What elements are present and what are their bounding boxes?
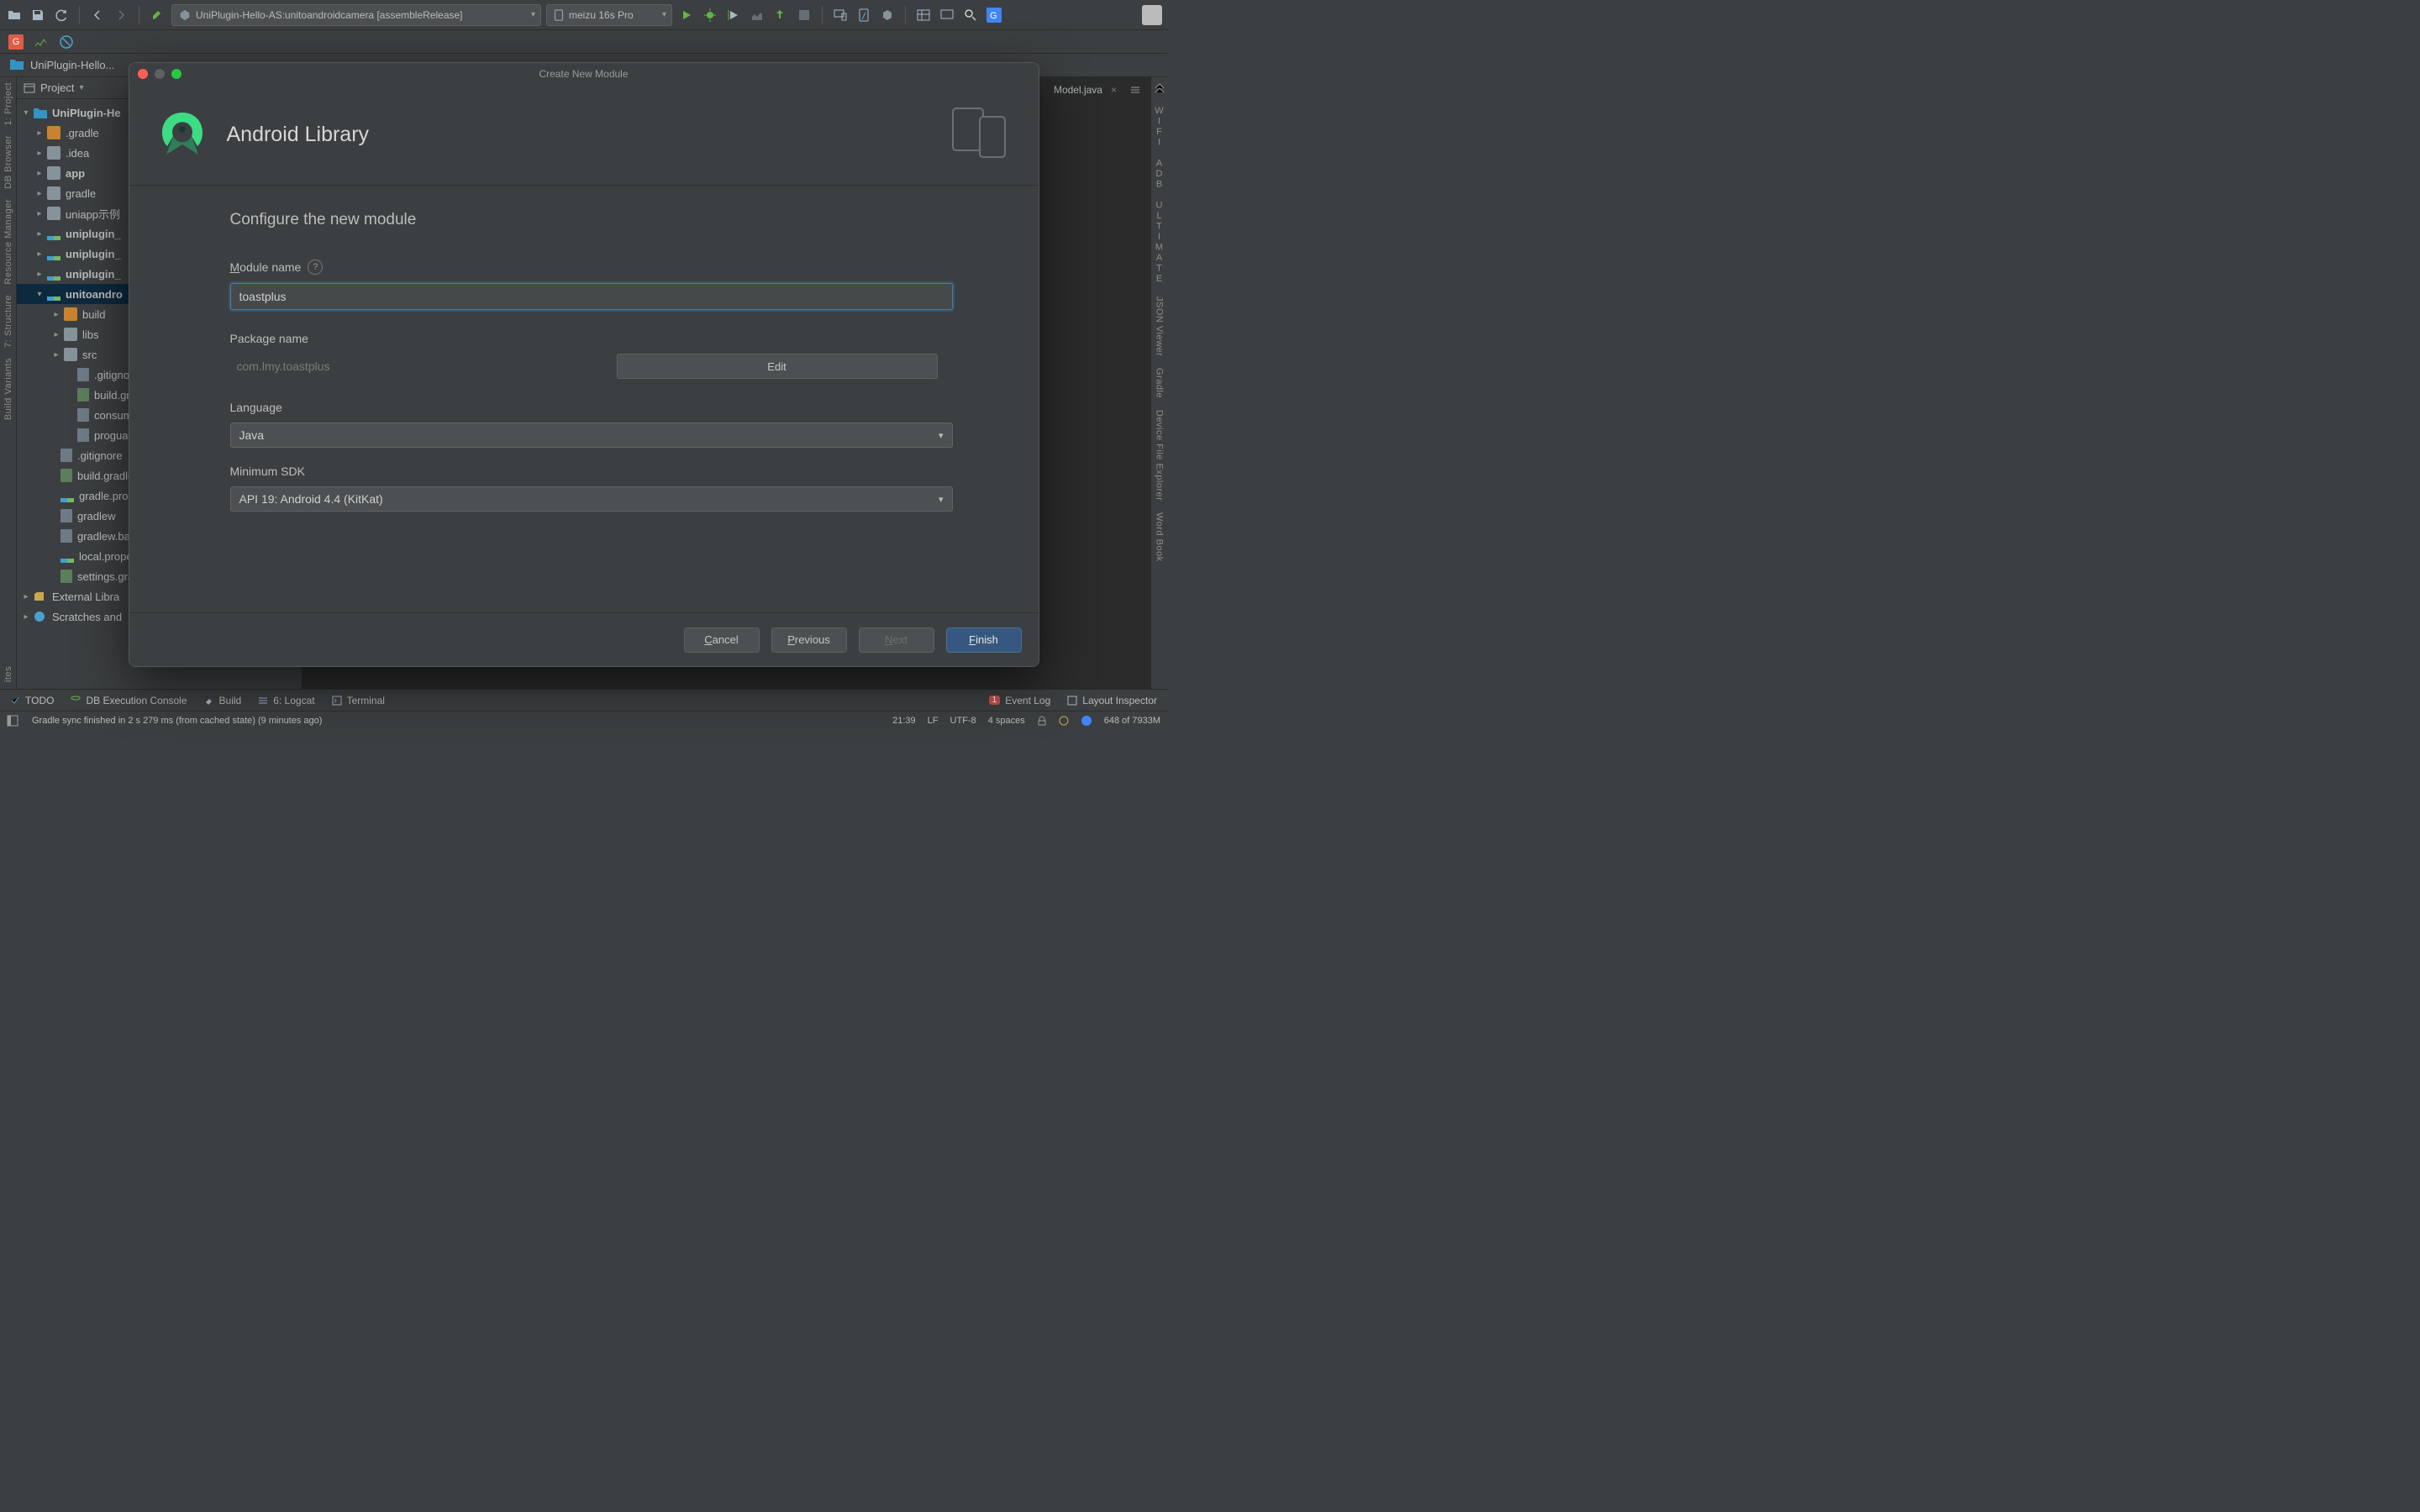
dialog-body: Configure the new module Module name ? P… — [129, 186, 1039, 612]
module-name-input[interactable] — [230, 283, 953, 310]
language-label: Language — [230, 401, 282, 414]
cancel-button[interactable]: Cancel — [684, 627, 760, 653]
module-name-field: Module name ? — [230, 260, 938, 310]
package-name-label: Package name — [230, 332, 308, 345]
dialog-footer: Cancel Previous Next Finish — [129, 612, 1039, 666]
create-module-dialog: Create New Module Android Library Config… — [129, 62, 1039, 667]
modal-overlay: Create New Module Android Library Config… — [0, 0, 1167, 729]
android-studio-logo-icon — [158, 109, 207, 161]
minsdk-field: Minimum SDK API 19: Android 4.4 (KitKat)… — [230, 465, 938, 512]
previous-button[interactable]: Previous — [771, 627, 847, 653]
language-field: Language Java▾ — [230, 401, 938, 448]
chevron-down-icon: ▾ — [939, 430, 944, 441]
dialog-title: Create New Module — [129, 68, 1039, 80]
package-name-value: com.lmy.toastplus — [230, 360, 600, 373]
language-dropdown[interactable]: Java▾ — [230, 423, 953, 448]
dialog-header: Android Library — [129, 85, 1039, 186]
dialog-titlebar: Create New Module — [129, 63, 1039, 85]
finish-button[interactable]: Finish — [946, 627, 1022, 653]
dialog-subtitle: Configure the new module — [230, 211, 938, 229]
minsdk-label: Minimum SDK — [230, 465, 305, 478]
edit-package-button[interactable]: Edit — [617, 354, 938, 379]
device-silhouette-icon — [951, 107, 1010, 163]
next-button: Next — [859, 627, 934, 653]
dialog-heading: Android Library — [227, 123, 370, 147]
minsdk-dropdown[interactable]: API 19: Android 4.4 (KitKat)▾ — [230, 486, 953, 512]
package-name-field: Package name com.lmy.toastplus Edit — [230, 332, 938, 379]
chevron-down-icon: ▾ — [939, 494, 944, 505]
help-icon[interactable]: ? — [308, 260, 323, 275]
module-name-label: Module name — [230, 260, 302, 274]
